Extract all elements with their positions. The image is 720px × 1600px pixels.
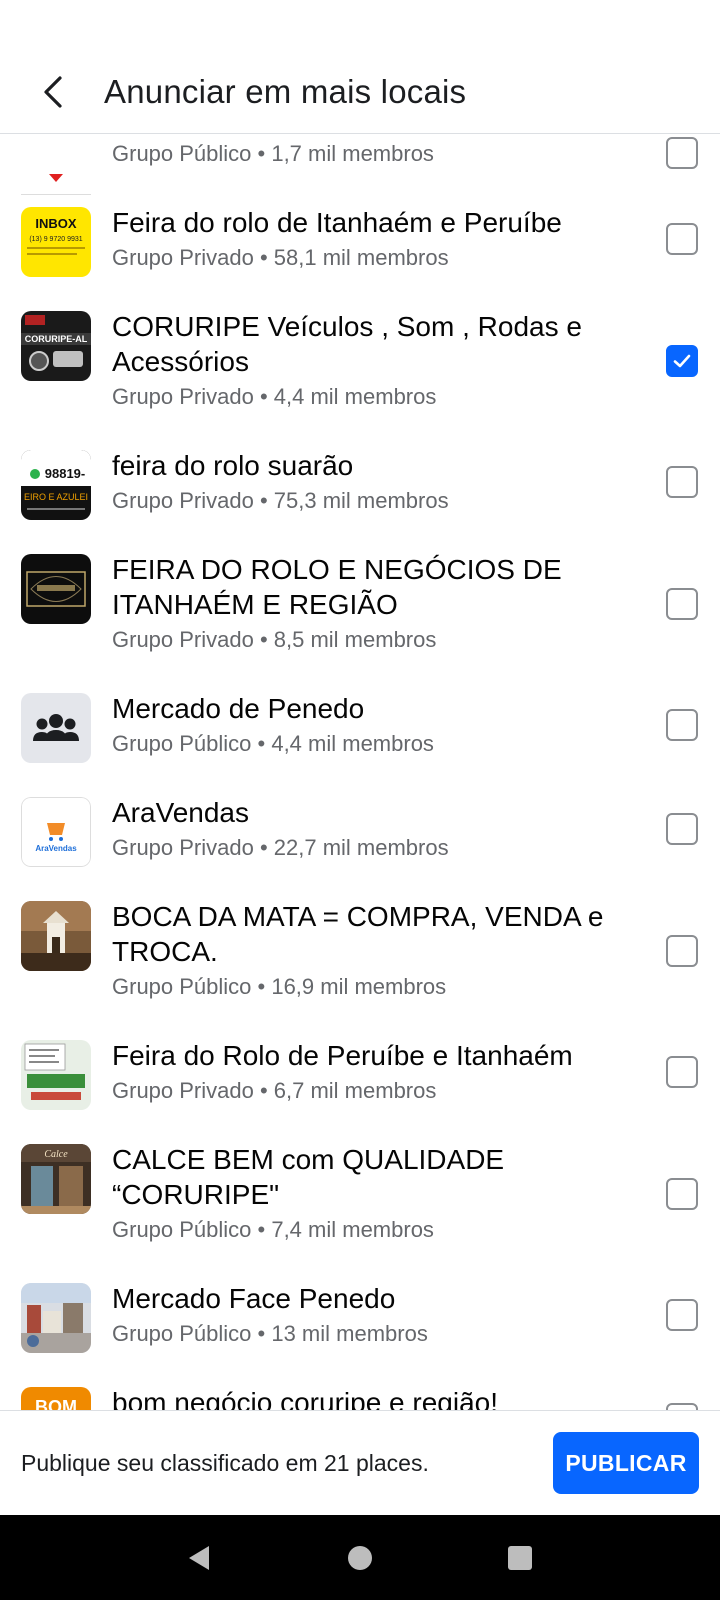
svg-text:CORURIPE-AL: CORURIPE-AL xyxy=(25,334,88,344)
group-meta: Grupo Privado • 6,7 mil membros xyxy=(112,1078,437,1103)
page-title: Anunciar em mais locais xyxy=(104,72,467,110)
group-checkbox[interactable] xyxy=(666,588,698,620)
group-meta: Grupo Público • 7,4 mil membros xyxy=(112,1217,434,1242)
group-list: Grupo Público • 1,7 mil membros INBOX (13)… xyxy=(0,134,720,1410)
group-thumbnail: CORURIPE-AL xyxy=(21,311,91,381)
group-row[interactable]: AraVendas AraVendas Grupo Privado • 22,7 m… xyxy=(0,759,720,867)
publish-button[interactable]: PUBLICAR xyxy=(553,1432,699,1494)
svg-text:INBOX: INBOX xyxy=(35,216,77,231)
group-thumbnail: AraVendas xyxy=(21,797,91,867)
group-row[interactable]: FEIRA DO ROLO E NEGÓCIOS DE ITANHAÉM E R… xyxy=(0,516,720,655)
group-checkbox[interactable] xyxy=(666,813,698,845)
group-thumbnail xyxy=(21,554,91,624)
group-name: bom negócio coruripe e região! xyxy=(112,1387,499,1410)
header: Anunciar em mais locais xyxy=(0,50,720,134)
group-thumbnail xyxy=(21,1040,91,1110)
group-thumbnail: 98819- EIRO E AZULEI xyxy=(21,450,91,520)
back-triangle-icon xyxy=(189,1545,209,1570)
group-meta: Grupo Público • 16,9 mil membros xyxy=(112,974,447,999)
group-checkbox[interactable] xyxy=(666,709,698,741)
group-name: FEIRA DO ROLO E NEGÓCIOS DE ITANHAÉM E R… xyxy=(112,554,562,620)
svg-text:Calce: Calce xyxy=(44,1149,68,1160)
chevron-left-icon xyxy=(44,75,62,108)
group-thumbnail xyxy=(21,901,91,971)
group-meta: Grupo Público • 13 mil membros xyxy=(112,1321,428,1346)
group-name: Mercado Face Penedo xyxy=(112,1283,396,1314)
group-row[interactable]: Mercado de Penedo Grupo Público • 4,4 mil… xyxy=(0,655,720,763)
footer-bar: Publique seu classificado em 21 places. … xyxy=(0,1410,720,1515)
group-name: Feira do rolo de Itanhaém e Peruíbe xyxy=(112,207,562,238)
group-meta: Grupo Privado • 75,3 mil membros xyxy=(112,488,449,513)
nav-back-button[interactable] xyxy=(170,1528,230,1588)
group-checkbox[interactable] xyxy=(666,935,698,967)
group-row[interactable]: Mercado Face Penedo Grupo Público • 13 mi… xyxy=(0,1245,720,1353)
svg-text:98819-: 98819- xyxy=(45,466,85,481)
group-meta: Grupo Privado • 4,4 mil membros xyxy=(112,384,437,409)
nav-home-button[interactable] xyxy=(330,1528,390,1588)
nav-recents-button[interactable] xyxy=(490,1528,550,1588)
group-checkbox[interactable] xyxy=(666,466,698,498)
group-meta: Grupo Privado • 8,5 mil membros xyxy=(112,627,437,652)
svg-text:EIRO E AZULEI: EIRO E AZULEI xyxy=(24,492,88,502)
footer-summary: Publique seu classificado em 21 places. xyxy=(21,1449,429,1476)
group-row[interactable]: BOCA DA MATA = COMPRA, VENDA e TROCA. Gru… xyxy=(0,863,720,1002)
group-meta: Grupo Público • 4,4 mil membros xyxy=(112,731,434,756)
group-thumbnail xyxy=(21,693,91,763)
group-checkbox[interactable] xyxy=(666,1299,698,1331)
svg-text:(13) 9 9720 9931: (13) 9 9720 9931 xyxy=(29,236,82,243)
group-meta: Grupo Privado • 58,1 mil membros xyxy=(112,245,449,270)
group-name: feira do rolo suarão xyxy=(112,450,354,481)
system-nav-bar xyxy=(0,1515,720,1600)
group-row[interactable]: Grupo Público • 1,7 mil membros xyxy=(0,134,720,208)
group-name: AraVendas xyxy=(112,797,249,828)
group-checkbox[interactable] xyxy=(666,1403,698,1410)
recents-square-icon xyxy=(508,1545,532,1570)
svg-text:AraVendas: AraVendas xyxy=(35,844,77,853)
group-row[interactable]: Calce CALCE BEM com QUALIDADE “CORURIPE" G… xyxy=(0,1106,720,1245)
group-name: BOCA DA MATA = COMPRA, VENDA e TROCA. xyxy=(112,901,604,967)
group-thumbnail: INBOX (13) 9 9720 9931 xyxy=(21,207,91,277)
group-list-viewport[interactable]: Grupo Público • 1,7 mil membros INBOX (13)… xyxy=(0,134,720,1410)
group-meta: Grupo Público • 1,7 mil membros xyxy=(112,141,434,166)
group-checkbox[interactable] xyxy=(666,223,698,255)
status-bar xyxy=(0,0,720,50)
group-thumbnail xyxy=(21,1283,91,1353)
group-row[interactable]: 98819- EIRO E AZULEI feira do rolo suarão G… xyxy=(0,412,720,520)
group-checkbox[interactable] xyxy=(666,345,698,377)
group-name: Mercado de Penedo xyxy=(112,693,365,724)
group-thumbnail: Calce xyxy=(21,1144,91,1214)
group-name: Feira do Rolo de Peruíbe e Itanhaém xyxy=(112,1040,573,1071)
group-name: CORURIPE Veículos , Som , Rodas e Acessó… xyxy=(112,311,582,377)
group-checkbox[interactable] xyxy=(666,1178,698,1210)
checkmark-icon xyxy=(673,354,691,368)
svg-text:BOM: BOM xyxy=(35,1397,77,1410)
back-button[interactable] xyxy=(20,59,86,125)
group-row[interactable]: Feira do Rolo de Peruíbe e Itanhaém Grupo… xyxy=(0,1002,720,1110)
group-row[interactable]: INBOX (13) 9 9720 9931 Feira do rolo de It… xyxy=(0,169,720,277)
group-thumbnail: BOMnegócio xyxy=(21,1387,91,1410)
group-row[interactable]: CORURIPE-AL CORURIPE Veículos , Som , Rod… xyxy=(0,273,720,412)
group-meta: Grupo Privado • 22,7 mil membros xyxy=(112,835,449,860)
home-circle-icon xyxy=(348,1545,372,1570)
group-checkbox[interactable] xyxy=(666,1056,698,1088)
group-checkbox[interactable] xyxy=(666,137,698,169)
group-name: CALCE BEM com QUALIDADE “CORURIPE" xyxy=(112,1144,505,1210)
group-row[interactable]: BOMnegócio bom negócio coruripe e região!… xyxy=(0,1349,720,1410)
